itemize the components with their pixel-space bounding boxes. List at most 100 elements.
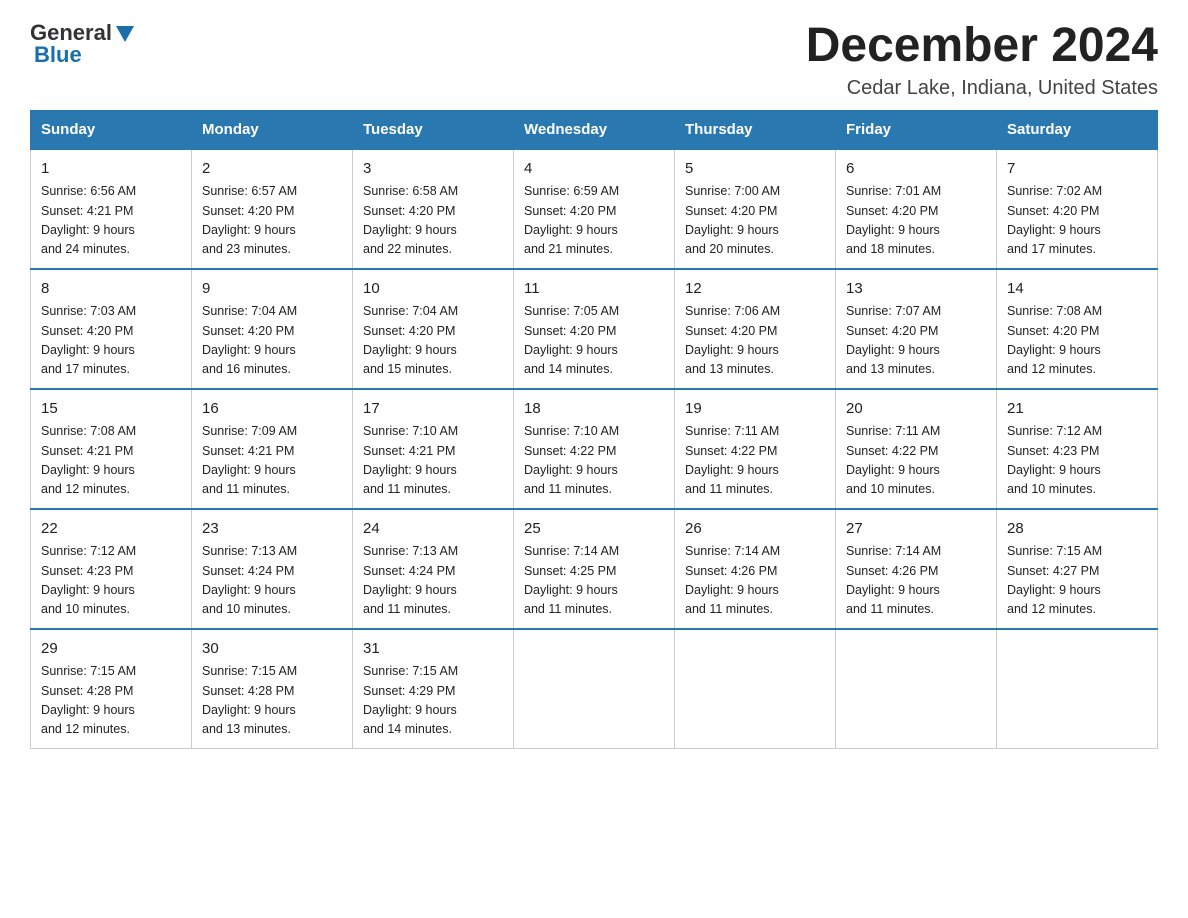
day-number: 18 [524,398,664,421]
calendar-cell [675,629,836,749]
calendar-header-row: SundayMondayTuesdayWednesdayThursdayFrid… [31,110,1158,149]
day-info: Sunrise: 6:58 AMSunset: 4:20 PMDaylight:… [363,182,503,260]
calendar-cell: 8Sunrise: 7:03 AMSunset: 4:20 PMDaylight… [31,269,192,389]
calendar-cell: 19Sunrise: 7:11 AMSunset: 4:22 PMDayligh… [675,389,836,509]
day-info: Sunrise: 6:56 AMSunset: 4:21 PMDaylight:… [41,182,181,260]
day-number: 2 [202,158,342,181]
calendar-cell: 18Sunrise: 7:10 AMSunset: 4:22 PMDayligh… [514,389,675,509]
calendar-cell: 17Sunrise: 7:10 AMSunset: 4:21 PMDayligh… [353,389,514,509]
day-info: Sunrise: 7:08 AMSunset: 4:21 PMDaylight:… [41,422,181,500]
day-number: 23 [202,518,342,541]
location-subtitle: Cedar Lake, Indiana, United States [806,77,1158,100]
calendar-cell: 5Sunrise: 7:00 AMSunset: 4:20 PMDaylight… [675,149,836,269]
logo: General Blue [30,20,134,68]
calendar-cell: 31Sunrise: 7:15 AMSunset: 4:29 PMDayligh… [353,629,514,749]
day-info: Sunrise: 7:11 AMSunset: 4:22 PMDaylight:… [685,422,825,500]
calendar-cell: 1Sunrise: 6:56 AMSunset: 4:21 PMDaylight… [31,149,192,269]
day-info: Sunrise: 7:00 AMSunset: 4:20 PMDaylight:… [685,182,825,260]
calendar-cell: 6Sunrise: 7:01 AMSunset: 4:20 PMDaylight… [836,149,997,269]
day-info: Sunrise: 7:05 AMSunset: 4:20 PMDaylight:… [524,302,664,380]
calendar-cell: 15Sunrise: 7:08 AMSunset: 4:21 PMDayligh… [31,389,192,509]
day-number: 8 [41,278,181,301]
day-info: Sunrise: 7:10 AMSunset: 4:22 PMDaylight:… [524,422,664,500]
calendar-cell: 22Sunrise: 7:12 AMSunset: 4:23 PMDayligh… [31,509,192,629]
calendar-cell [997,629,1158,749]
day-number: 31 [363,638,503,661]
calendar-cell [836,629,997,749]
calendar-cell: 3Sunrise: 6:58 AMSunset: 4:20 PMDaylight… [353,149,514,269]
day-number: 25 [524,518,664,541]
day-number: 19 [685,398,825,421]
day-number: 26 [685,518,825,541]
day-number: 9 [202,278,342,301]
calendar-cell: 14Sunrise: 7:08 AMSunset: 4:20 PMDayligh… [997,269,1158,389]
day-info: Sunrise: 7:10 AMSunset: 4:21 PMDaylight:… [363,422,503,500]
month-title: December 2024 [806,20,1158,73]
calendar-cell: 13Sunrise: 7:07 AMSunset: 4:20 PMDayligh… [836,269,997,389]
day-number: 6 [846,158,986,181]
day-info: Sunrise: 7:12 AMSunset: 4:23 PMDaylight:… [1007,422,1147,500]
day-number: 1 [41,158,181,181]
calendar-cell: 29Sunrise: 7:15 AMSunset: 4:28 PMDayligh… [31,629,192,749]
calendar-cell: 16Sunrise: 7:09 AMSunset: 4:21 PMDayligh… [192,389,353,509]
calendar-cell: 26Sunrise: 7:14 AMSunset: 4:26 PMDayligh… [675,509,836,629]
calendar-week-row: 1Sunrise: 6:56 AMSunset: 4:21 PMDaylight… [31,149,1158,269]
day-info: Sunrise: 7:14 AMSunset: 4:26 PMDaylight:… [685,542,825,620]
day-info: Sunrise: 7:07 AMSunset: 4:20 PMDaylight:… [846,302,986,380]
day-info: Sunrise: 7:11 AMSunset: 4:22 PMDaylight:… [846,422,986,500]
day-number: 15 [41,398,181,421]
logo-blue: Blue [34,42,82,68]
day-info: Sunrise: 7:03 AMSunset: 4:20 PMDaylight:… [41,302,181,380]
calendar-cell: 30Sunrise: 7:15 AMSunset: 4:28 PMDayligh… [192,629,353,749]
day-info: Sunrise: 7:04 AMSunset: 4:20 PMDaylight:… [202,302,342,380]
day-number: 22 [41,518,181,541]
col-header-wednesday: Wednesday [514,110,675,149]
page-header: General Blue December 2024 Cedar Lake, I… [30,20,1158,100]
day-info: Sunrise: 7:13 AMSunset: 4:24 PMDaylight:… [202,542,342,620]
title-section: December 2024 Cedar Lake, Indiana, Unite… [806,20,1158,100]
day-info: Sunrise: 7:02 AMSunset: 4:20 PMDaylight:… [1007,182,1147,260]
day-number: 14 [1007,278,1147,301]
col-header-thursday: Thursday [675,110,836,149]
calendar-table: SundayMondayTuesdayWednesdayThursdayFrid… [30,110,1158,749]
calendar-cell [514,629,675,749]
calendar-cell: 7Sunrise: 7:02 AMSunset: 4:20 PMDaylight… [997,149,1158,269]
calendar-week-row: 29Sunrise: 7:15 AMSunset: 4:28 PMDayligh… [31,629,1158,749]
calendar-cell: 4Sunrise: 6:59 AMSunset: 4:20 PMDaylight… [514,149,675,269]
day-info: Sunrise: 7:01 AMSunset: 4:20 PMDaylight:… [846,182,986,260]
day-number: 16 [202,398,342,421]
calendar-cell: 21Sunrise: 7:12 AMSunset: 4:23 PMDayligh… [997,389,1158,509]
col-header-tuesday: Tuesday [353,110,514,149]
col-header-monday: Monday [192,110,353,149]
calendar-cell: 28Sunrise: 7:15 AMSunset: 4:27 PMDayligh… [997,509,1158,629]
calendar-cell: 27Sunrise: 7:14 AMSunset: 4:26 PMDayligh… [836,509,997,629]
calendar-cell: 10Sunrise: 7:04 AMSunset: 4:20 PMDayligh… [353,269,514,389]
day-number: 27 [846,518,986,541]
day-number: 13 [846,278,986,301]
day-number: 28 [1007,518,1147,541]
day-info: Sunrise: 7:14 AMSunset: 4:26 PMDaylight:… [846,542,986,620]
day-number: 11 [524,278,664,301]
col-header-saturday: Saturday [997,110,1158,149]
calendar-cell: 9Sunrise: 7:04 AMSunset: 4:20 PMDaylight… [192,269,353,389]
day-number: 20 [846,398,986,421]
day-number: 12 [685,278,825,301]
day-info: Sunrise: 7:15 AMSunset: 4:28 PMDaylight:… [41,662,181,740]
day-number: 3 [363,158,503,181]
day-number: 4 [524,158,664,181]
day-info: Sunrise: 7:14 AMSunset: 4:25 PMDaylight:… [524,542,664,620]
calendar-cell: 12Sunrise: 7:06 AMSunset: 4:20 PMDayligh… [675,269,836,389]
calendar-cell: 25Sunrise: 7:14 AMSunset: 4:25 PMDayligh… [514,509,675,629]
day-number: 7 [1007,158,1147,181]
day-number: 24 [363,518,503,541]
col-header-friday: Friday [836,110,997,149]
day-info: Sunrise: 7:08 AMSunset: 4:20 PMDaylight:… [1007,302,1147,380]
calendar-cell: 23Sunrise: 7:13 AMSunset: 4:24 PMDayligh… [192,509,353,629]
calendar-week-row: 22Sunrise: 7:12 AMSunset: 4:23 PMDayligh… [31,509,1158,629]
day-number: 30 [202,638,342,661]
calendar-week-row: 15Sunrise: 7:08 AMSunset: 4:21 PMDayligh… [31,389,1158,509]
calendar-cell: 2Sunrise: 6:57 AMSunset: 4:20 PMDaylight… [192,149,353,269]
day-info: Sunrise: 7:15 AMSunset: 4:27 PMDaylight:… [1007,542,1147,620]
day-number: 10 [363,278,503,301]
day-number: 5 [685,158,825,181]
